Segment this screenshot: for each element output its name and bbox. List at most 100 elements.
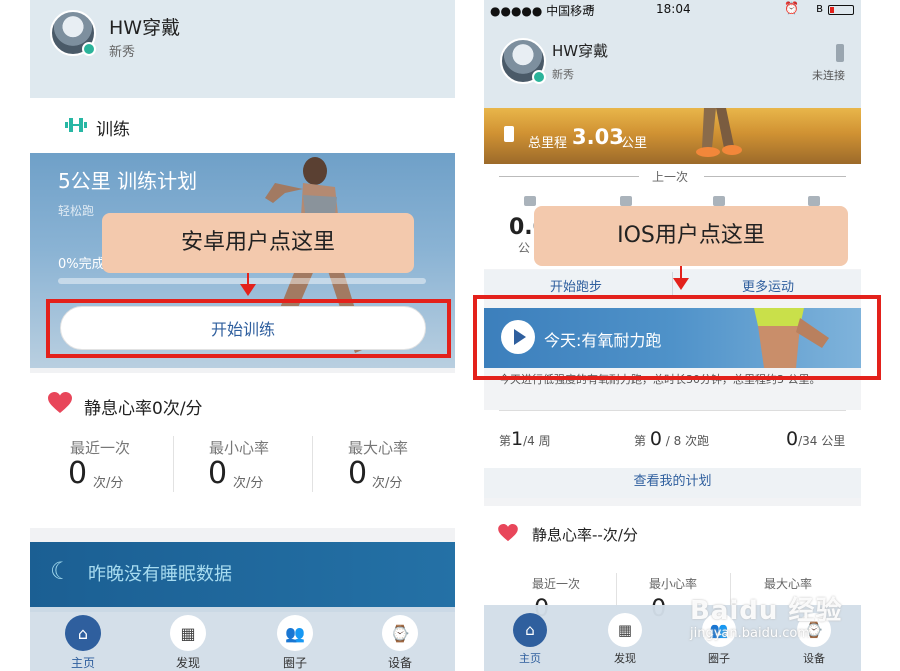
user-level: 新秀: [552, 68, 574, 81]
bottom-tab-bar: ⌂ 主页 ▦ 发现 👥 圈子 ⌚ 设备: [30, 607, 455, 671]
battery-icon: [828, 5, 854, 15]
tab-home[interactable]: ⌂ 主页: [490, 613, 570, 666]
plan-title: 5公里 训练计划: [58, 169, 198, 193]
stat-divider: [173, 436, 174, 492]
total-distance-label: 总里程: [528, 136, 568, 151]
running-legs-image: [696, 108, 742, 157]
plan-distance-progress: 0/34 公里: [786, 428, 845, 450]
tab-circle[interactable]: 👥 圈子: [255, 615, 335, 671]
road-icon: [504, 126, 514, 142]
user-name: HW穿戴: [109, 17, 181, 39]
watch-icon: ⌚: [382, 615, 418, 651]
plan-progress-text: 0%完成: [58, 257, 105, 272]
callout-arrow-icon: [673, 278, 689, 290]
ios-callout: IOS用户点这里: [534, 206, 848, 266]
stat-unit-max: 次/分: [372, 476, 403, 491]
total-distance-value: 3.03: [572, 125, 624, 149]
level-badge-icon: [532, 70, 546, 84]
tab-home[interactable]: ⌂ 主页: [43, 615, 123, 671]
speed-icon: [713, 196, 725, 206]
week-suffix: /4 周: [523, 434, 551, 448]
dumbbell-icon: [65, 118, 87, 132]
highlight-box: [473, 295, 881, 380]
stat-label-max: 最大心率: [348, 439, 409, 457]
view-plan-button[interactable]: 查看我的计划: [484, 468, 861, 498]
road-icon: [524, 196, 536, 206]
tab-discover[interactable]: ▦ 发现: [585, 613, 665, 666]
week-value: 1: [511, 428, 524, 450]
watermark-url: jingyan.baidu.com: [690, 626, 810, 641]
start-run-button[interactable]: 开始跑步: [550, 276, 602, 295]
training-section-header: [30, 98, 455, 153]
heart-icon: [498, 524, 518, 542]
moon-icon: ☾: [50, 557, 72, 585]
tab-label: 圈子: [708, 652, 730, 665]
tab-label: 发现: [175, 656, 200, 670]
bluetooth-icon: ʙ: [816, 1, 823, 15]
callout-arrow-icon: [240, 284, 256, 296]
grid-icon: ▦: [608, 613, 642, 647]
stat-unit-min: 次/分: [233, 476, 264, 491]
start-training-button[interactable]: 开始训练: [60, 306, 426, 350]
stat-value-max: 0: [348, 456, 368, 491]
grid-icon: ▦: [170, 615, 206, 651]
stat-divider: [616, 573, 617, 607]
plan-week-progress: 第1/4 周: [499, 428, 551, 450]
heart-mini-icon: [808, 196, 820, 206]
status-time: 18:04: [656, 2, 691, 16]
plan-subtitle: 轻松跑: [58, 204, 95, 218]
divider: [499, 410, 846, 411]
stat-label-recent: 最近一次: [532, 577, 581, 591]
week-prefix: 第: [499, 434, 512, 448]
alarm-icon: ⏰: [784, 1, 799, 15]
last-distance-unit: 公: [518, 241, 531, 255]
wifi-icon: ≋: [585, 1, 596, 15]
last-session-label: 上一次: [652, 170, 689, 184]
android-screen: HW穿戴 新秀 训练 5公里 训练计划 轻松跑 0%完成 安卓用户点这里 开始训…: [30, 0, 455, 671]
status-bar: ●●●●● 中国移动 ≋ 18:04 ⏰ ʙ: [484, 0, 861, 20]
total-distance-banner[interactable]: 总里程 3.03 公里: [484, 108, 861, 164]
home-icon: ⌂: [65, 615, 101, 651]
more-sports-button[interactable]: 更多运动: [742, 276, 794, 295]
avatar[interactable]: [50, 10, 96, 56]
tab-label: 圈子: [282, 656, 307, 670]
tab-device[interactable]: ⌚ 设备: [360, 615, 440, 671]
run-value: 0: [649, 428, 662, 450]
device-icon[interactable]: [836, 44, 844, 62]
heart-icon: [48, 392, 72, 413]
heart-rate-title: 静息心率0次/分: [84, 399, 203, 419]
distance-suffix: /34 公里: [798, 434, 846, 448]
heart-rate-title: 静息心率--次/分: [532, 526, 638, 544]
training-section-title: 训练: [96, 120, 130, 140]
distance-value: 0: [786, 428, 799, 450]
tab-discover[interactable]: ▦ 发现: [148, 615, 228, 671]
plan-run-progress: 第 0 / 8 次跑: [634, 428, 709, 450]
user-name: HW穿戴: [552, 42, 609, 60]
level-badge-icon: [82, 42, 96, 56]
run-suffix: / 8 次跑: [665, 434, 710, 448]
stat-label-recent: 最近一次: [70, 439, 131, 457]
android-callout: 安卓用户点这里: [102, 213, 414, 273]
tab-label: 主页: [70, 656, 95, 670]
user-level: 新秀: [109, 45, 136, 60]
tab-label: 发现: [614, 652, 636, 665]
tab-label: 主页: [519, 652, 541, 665]
timer-icon: [620, 196, 632, 206]
stat-value-min: 0: [208, 456, 228, 491]
stat-unit-recent: 次/分: [93, 476, 124, 491]
people-icon: 👥: [277, 615, 313, 651]
tab-label: 设备: [387, 656, 412, 670]
avatar[interactable]: [500, 38, 546, 84]
total-distance-unit: 公里: [621, 136, 648, 151]
stat-divider: [312, 436, 313, 492]
carrier-text: ●●●●● 中国移动: [490, 4, 595, 18]
baidu-watermark: Baidu 经验: [690, 596, 843, 626]
divider: [499, 176, 639, 177]
run-prefix: 第: [634, 434, 647, 448]
divider: [704, 176, 846, 177]
stat-label-min: 最小心率: [209, 439, 270, 457]
tab-label: 设备: [803, 652, 825, 665]
device-status: 未连接: [812, 69, 845, 82]
home-icon: ⌂: [513, 613, 547, 647]
sleep-status-text: 昨晚没有睡眠数据: [88, 564, 232, 585]
